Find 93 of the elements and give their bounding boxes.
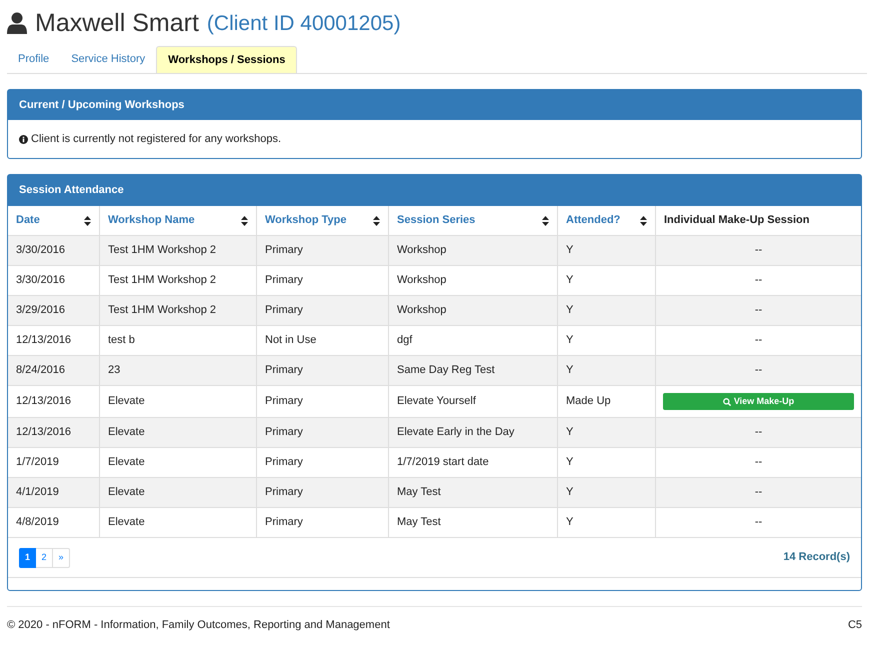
table-cell-text: -- [754, 243, 762, 258]
page-link[interactable]: 1 [19, 548, 36, 568]
table-cell-text: Primary [265, 425, 303, 440]
table-cell-text: Elevate [108, 515, 145, 530]
table-cell-text: Not in Use [265, 333, 316, 348]
page-link[interactable]: 2 [36, 548, 53, 568]
footer-version: C5 [848, 618, 862, 633]
table-cell-text: Test 1HM Workshop 2 [108, 273, 216, 288]
table-cell-text: Same Day Reg Test [397, 363, 495, 378]
table-cell-text: Primary [265, 485, 303, 500]
column-header[interactable]: Session Series [388, 206, 557, 235]
sort-icon [241, 216, 248, 226]
table-cell-text: Workshop [397, 243, 446, 258]
panel-title: Session Attendance [19, 183, 124, 198]
tab[interactable]: Profile [7, 46, 60, 73]
table-cell-text: 12/13/2016 [16, 333, 72, 348]
column-header[interactable]: Attended? [557, 206, 655, 235]
table-cell-text: Y [566, 363, 574, 378]
column-label: Individual Make-Up Session [664, 213, 810, 228]
table-cell-text: Primary [265, 303, 303, 318]
column-label: Workshop Name [108, 213, 195, 228]
table-cell-text: 23 [108, 363, 120, 378]
table-cell-text: 8/24/2016 [16, 363, 65, 378]
column-label: Session Series [397, 213, 476, 228]
user-icon [7, 12, 27, 34]
column-label: Attended? [566, 213, 620, 228]
table-cell-text: 1/7/2019 start date [397, 455, 489, 470]
table-cell-text: Y [566, 425, 574, 440]
table-cell-text: Y [566, 333, 574, 348]
column-header[interactable]: Workshop Type [256, 206, 388, 235]
search-icon [722, 398, 731, 406]
table-cell-text: 3/30/2016 [16, 243, 65, 258]
table-cell-text: -- [754, 515, 762, 530]
record-count: 14 Record(s) [783, 550, 850, 566]
table-cell-text: Workshop [397, 273, 446, 288]
column-label: Date [16, 213, 40, 228]
table-cell-text: Y [566, 243, 574, 258]
sort-icon [640, 216, 647, 226]
table-cell-text: -- [754, 485, 762, 500]
view-make-up-button[interactable]: View Make-Up [663, 393, 854, 410]
table-cell-text: test b [108, 333, 135, 348]
table-cell-text: Y [566, 515, 574, 530]
table-cell-text: Test 1HM Workshop 2 [108, 303, 216, 318]
table-cell-text: -- [754, 273, 762, 288]
table-cell-text: -- [754, 303, 762, 318]
table-cell-text: Primary [265, 394, 303, 410]
footer-copyright: © 2020 - nFORM - Information, Family Outcomes, Reporting and Management [7, 618, 390, 633]
sort-icon [373, 216, 380, 226]
table-cell-text: Primary [265, 273, 303, 288]
table-cell-text: Primary [265, 455, 303, 470]
table-cell-text: Elevate [108, 394, 145, 410]
table-cell-text: Primary [265, 363, 303, 378]
table-cell-text: 3/29/2016 [16, 303, 65, 318]
table-cell-text: Elevate Early in the Day [397, 425, 514, 440]
table-cell-text: 3/30/2016 [16, 273, 65, 288]
table-cell-text: dgf [397, 333, 412, 348]
table-cell-text: May Test [397, 485, 441, 500]
table-cell-text: 1/7/2019 [16, 455, 59, 470]
page-link[interactable]: » [53, 548, 70, 568]
table-cell-text: Test 1HM Workshop 2 [108, 243, 216, 258]
tab[interactable]: Workshops / Sessions [156, 46, 298, 73]
tab[interactable]: Service History [60, 46, 156, 73]
column-header[interactable]: Date [8, 206, 99, 235]
sort-icon [542, 216, 549, 226]
info-icon [19, 134, 28, 144]
table-cell-text: -- [754, 333, 762, 348]
table-cell-text: -- [754, 425, 762, 440]
table-cell-text: Workshop [397, 303, 446, 318]
table-cell-text: Y [566, 455, 574, 470]
table-cell-text: 12/13/2016 [16, 425, 72, 440]
table-cell-text: 4/8/2019 [16, 515, 59, 530]
table-cell-text: Y [566, 273, 574, 288]
client-name: Maxwell Smart [35, 10, 199, 36]
table-cell-text: Primary [265, 515, 303, 530]
column-label: Workshop Type [265, 213, 346, 228]
table-cell-text: 12/13/2016 [16, 394, 72, 410]
panel-title: Current / Upcoming Workshops [19, 98, 184, 113]
column-header[interactable]: Workshop Name [99, 206, 256, 235]
table-cell-text: May Test [397, 515, 441, 530]
table-cell-text: Elevate [108, 485, 145, 500]
table-cell-text: -- [754, 363, 762, 378]
table-cell-text: 4/1/2019 [16, 485, 59, 500]
table-cell-text: -- [754, 455, 762, 470]
table-cell-text: Y [566, 485, 574, 500]
info-message: Client is currently not registered for any workshops. [31, 132, 282, 147]
table-cell-text: Y [566, 303, 574, 318]
client-id: (Client ID 40001205) [206, 12, 401, 34]
table-cell-text: Primary [265, 243, 303, 258]
table-cell-text: Elevate Yourself [397, 394, 476, 410]
sort-icon [84, 216, 91, 226]
table-cell-text: Elevate [108, 425, 145, 440]
table-cell-text: Elevate [108, 455, 145, 470]
table-cell-text: Made Up [566, 394, 611, 410]
